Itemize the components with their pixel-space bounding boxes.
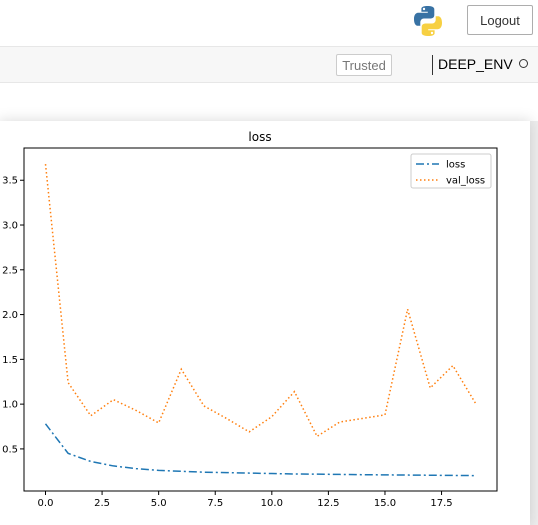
notebook-top-strip [0, 83, 538, 121]
y-tick-label: 2.5 [2, 265, 18, 276]
y-tick-label: 1.0 [2, 400, 18, 411]
kernel-idle-circle-icon [519, 59, 528, 68]
legend-label-val-loss: val_loss [446, 176, 485, 187]
series-line-val-loss [44, 164, 477, 438]
x-tick-label: 7.5 [207, 498, 223, 509]
loss-chart: loss 0.0 2.5 5.0 7.5 10.0 12.5 15.0 17.5 0.5 1.0… [2, 130, 498, 509]
x-tick-label: 0.0 [38, 498, 54, 509]
logout-button[interactable]: Logout [467, 5, 533, 35]
y-axis: 0.5 1.0 1.5 2.0 2.5 3.0 3.5 [2, 176, 24, 455]
toolbar-divider [432, 55, 433, 75]
kernel-name[interactable]: DEEP_ENV [438, 56, 513, 72]
chart-title: loss [248, 130, 271, 144]
legend: loss val_loss [410, 153, 492, 189]
series-line-loss [44, 423, 476, 477]
y-tick-label: 1.5 [2, 355, 18, 366]
x-tick-label: 12.5 [317, 498, 339, 509]
plot-area-frame [23, 147, 498, 492]
notebook-toolbar: Trusted DEEP_ENV [0, 46, 538, 83]
x-tick-label: 5.0 [151, 498, 167, 509]
x-tick-label: 2.5 [94, 498, 110, 509]
y-tick-label: 0.5 [2, 444, 18, 455]
y-tick-label: 3.5 [2, 176, 18, 187]
x-tick-label: 15.0 [374, 498, 396, 509]
x-axis: 0.0 2.5 5.0 7.5 10.0 12.5 15.0 17.5 [38, 491, 453, 509]
python-logo-icon[interactable] [411, 4, 445, 38]
x-tick-label: 10.0 [261, 498, 283, 509]
legend-label-loss: loss [446, 160, 465, 171]
x-tick-label: 17.5 [430, 498, 452, 509]
notebook-header: Logout [0, 0, 538, 46]
y-tick-label: 3.0 [2, 221, 18, 232]
trusted-indicator[interactable]: Trusted [336, 54, 392, 76]
plot-series [44, 164, 477, 477]
y-tick-label: 2.0 [2, 310, 18, 321]
